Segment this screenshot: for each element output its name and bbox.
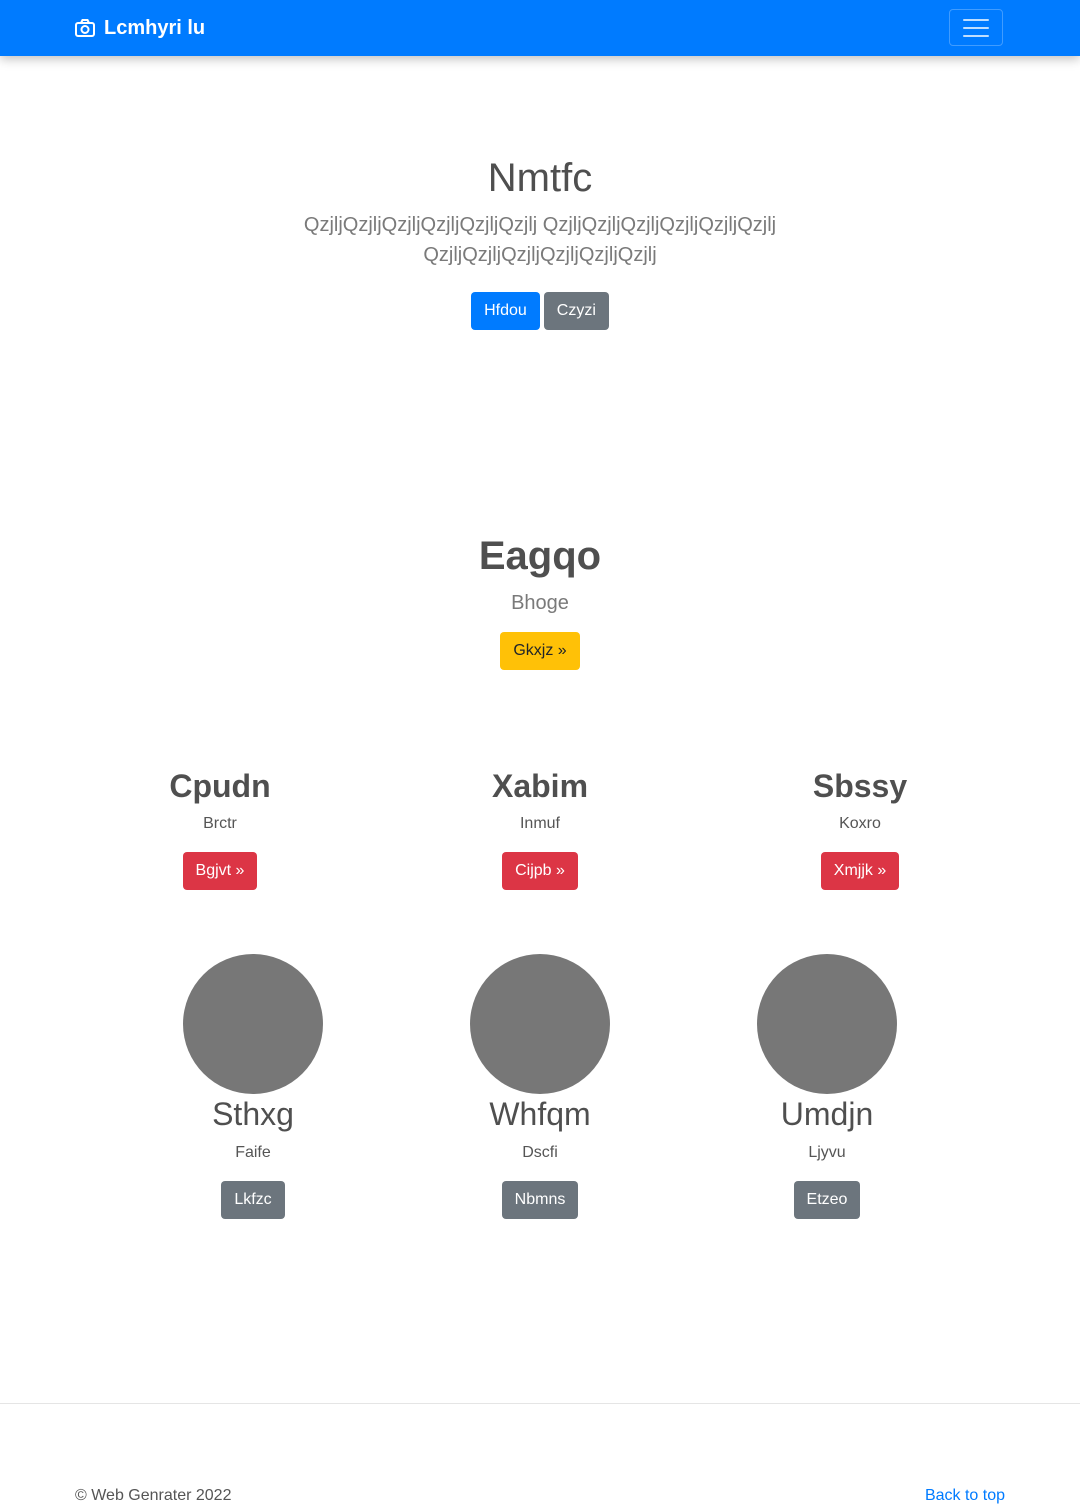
hero-primary-button[interactable]: Hfdou [471,292,540,330]
column-2: Xabim Inmuf Cijpb » [420,766,660,890]
hero-title: Nmtfc [487,156,593,200]
column-title: Xabim [491,768,589,804]
column-1: Cpudn Brctr Bgjvt » [100,766,340,890]
team-member-role: Faife [235,1144,271,1161]
hamburger-menu-icon [963,18,989,21]
column-button[interactable]: Bgjvt » [182,852,258,890]
team-member-role: Dscfi [522,1144,558,1161]
team-member-button[interactable]: Etzeo [793,1181,861,1219]
team-member-name: Sthxg [212,1096,294,1132]
hero-buttons: Hfdou Czyzi [0,292,1080,330]
team-member-3: Umdjn Ljyvu Etzeo [707,954,947,1219]
column-button[interactable]: Cijpb » [502,852,578,890]
hero-secondary-button[interactable]: Czyzi [543,292,609,330]
navbar-toggler-button[interactable] [949,9,1003,46]
avatar-placeholder [470,954,610,1094]
hero-lead: QzjljQzjljQzjljQzjljQzjljQzjlj QzjljQzjl… [303,214,777,266]
team-member-role: Ljyvu [808,1144,846,1161]
team-member-name: Whfqm [489,1096,591,1132]
footer-copyright: © Web Genrater 2022 [75,1487,232,1504]
avatar-placeholder [183,954,323,1094]
column-text: Brctr [203,815,237,832]
navbar: Lcmhyri lu [0,0,1080,56]
column-title: Sbssy [812,768,908,804]
back-to-top-link[interactable]: Back to top [925,1486,1005,1506]
column-text: Inmuf [519,815,560,832]
feature-button[interactable]: Gkxjz » [500,632,580,670]
avatar-placeholder [757,954,897,1094]
column-text: Koxro [839,815,881,832]
team-member-1: Sthxg Faife Lkfzc [133,954,373,1219]
camera-icon [75,19,95,37]
footer-divider [0,1403,1080,1404]
team-member-name: Umdjn [780,1096,874,1132]
brand-name: Lcmhyri lu [104,16,206,39]
team-member-button[interactable]: Nbmns [501,1181,579,1219]
column-title: Cpudn [169,768,271,804]
feature-subtitle: Bhoge [511,592,569,614]
column-3: Sbssy Koxro Xmjjk » [740,766,980,890]
feature-title: Eagqo [478,534,602,578]
team-member-2: Whfqm Dscfi Nbmns [420,954,660,1219]
navbar-brand[interactable]: Lcmhyri lu [75,0,205,56]
column-button[interactable]: Xmjjk » [820,852,900,890]
feature-button-wrap: Gkxjz » [0,632,1080,670]
team-member-button[interactable]: Lkfzc [221,1181,285,1219]
